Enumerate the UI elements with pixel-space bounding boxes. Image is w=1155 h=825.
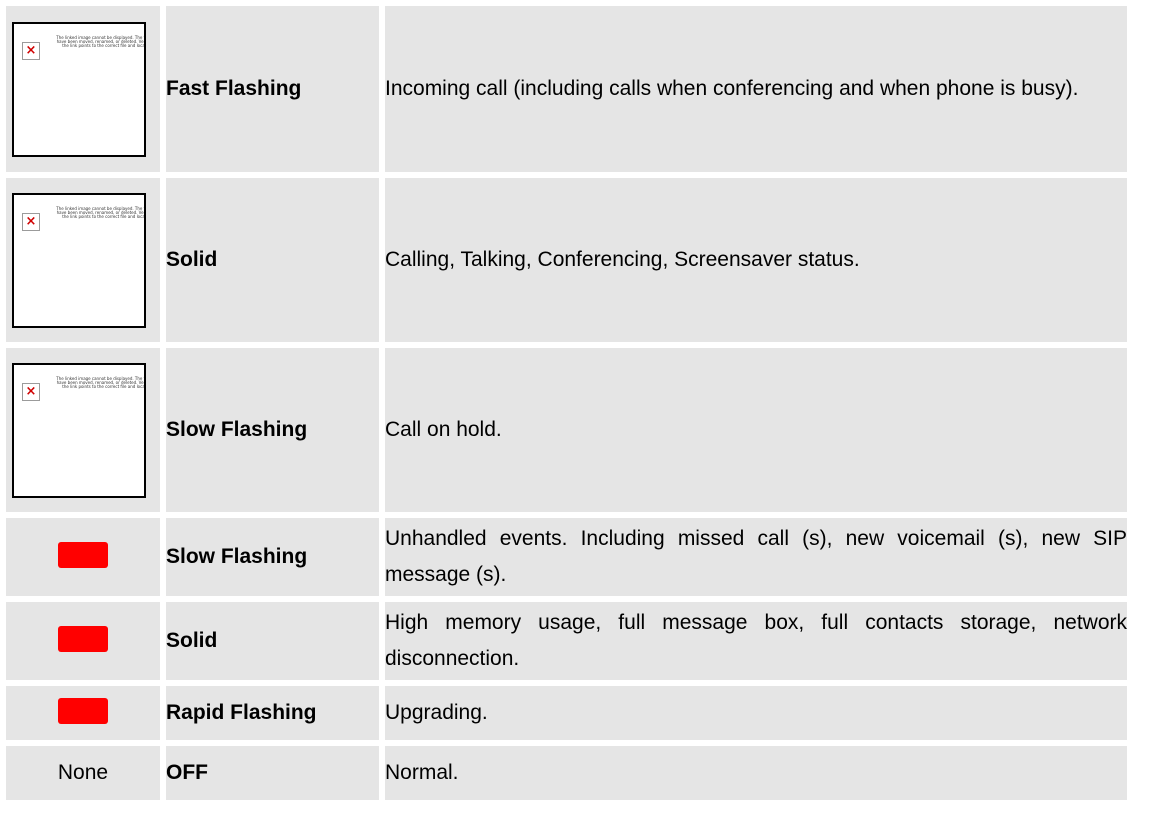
broken-image-x-icon: ×: [22, 382, 40, 401]
pattern-cell: Slow Flashing: [160, 512, 385, 602]
broken-image-placeholder-text: The linked image cannot be displayed. Th…: [56, 375, 146, 389]
icon-cell: None: [0, 740, 166, 806]
pattern-cell: Fast Flashing: [160, 0, 385, 178]
red-led-icon: [58, 625, 108, 652]
table-row: None OFF Normal.: [0, 740, 1133, 806]
broken-image-icon: × The linked image cannot be displayed. …: [12, 362, 146, 498]
icon-cell: × The linked image cannot be displayed. …: [0, 0, 166, 178]
broken-image-x-icon: ×: [22, 212, 40, 231]
icon-cell: × The linked image cannot be displayed. …: [0, 342, 166, 518]
description-cell: High memory usage, full message box, ful…: [379, 596, 1133, 686]
icon-cell: [0, 596, 166, 686]
red-led-icon: [58, 541, 108, 568]
description-cell: Upgrading.: [379, 680, 1133, 746]
description-cell: Call on hold.: [379, 342, 1133, 518]
broken-image-x-icon: ×: [22, 41, 40, 60]
pattern-cell: Solid: [160, 596, 385, 686]
pattern-cell: Rapid Flashing: [160, 680, 385, 746]
broken-image-placeholder-text: The linked image cannot be displayed. Th…: [56, 205, 146, 219]
icon-cell: × The linked image cannot be displayed. …: [0, 172, 166, 348]
table-row: Slow Flashing Unhandled events. Includin…: [0, 512, 1133, 602]
description-cell: Normal.: [379, 740, 1133, 806]
table-row: Solid High memory usage, full message bo…: [0, 596, 1133, 686]
table-row: Rapid Flashing Upgrading.: [0, 680, 1133, 746]
description-cell: Incoming call (including calls when conf…: [379, 0, 1133, 178]
led-status-table: × The linked image cannot be displayed. …: [0, 0, 1133, 806]
broken-image-icon: × The linked image cannot be displayed. …: [12, 21, 146, 157]
no-led-label: None: [57, 761, 109, 784]
icon-cell: [0, 680, 166, 746]
description-cell: Calling, Talking, Conferencing, Screensa…: [379, 172, 1133, 348]
table-row: × The linked image cannot be displayed. …: [0, 172, 1133, 348]
pattern-cell: Slow Flashing: [160, 342, 385, 518]
table-row: × The linked image cannot be displayed. …: [0, 0, 1133, 178]
broken-image-placeholder-text: The linked image cannot be displayed. Th…: [56, 34, 146, 48]
pattern-cell: Solid: [160, 172, 385, 348]
description-cell: Unhandled events. Including missed call …: [379, 512, 1133, 602]
broken-image-icon: × The linked image cannot be displayed. …: [12, 192, 146, 328]
red-led-icon: [58, 697, 108, 724]
icon-cell: [0, 512, 166, 602]
pattern-cell: OFF: [160, 740, 385, 806]
table-row: × The linked image cannot be displayed. …: [0, 342, 1133, 518]
